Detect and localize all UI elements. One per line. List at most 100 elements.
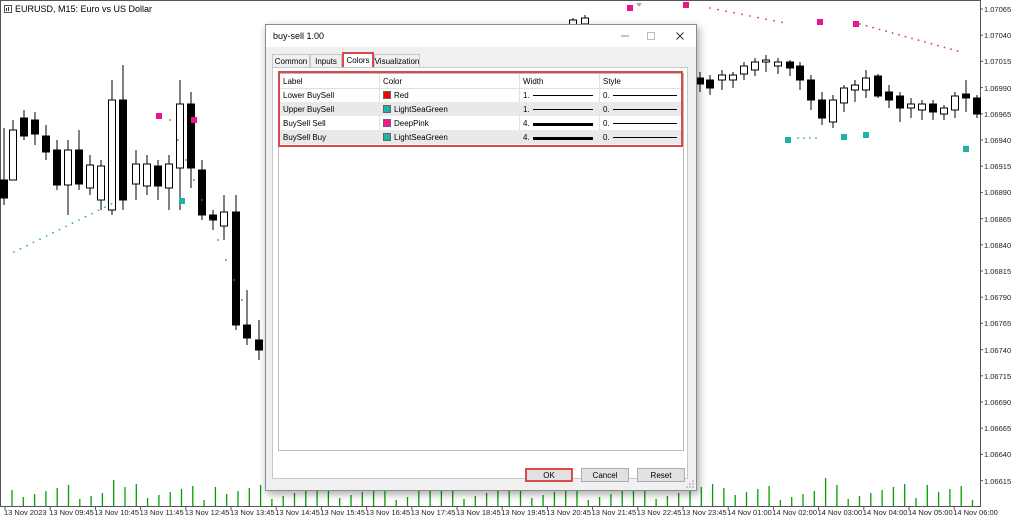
color-picker[interactable]: DeepPink xyxy=(383,119,429,128)
width-select[interactable]: 4. xyxy=(523,133,530,142)
resize-grip-icon[interactable] xyxy=(686,480,694,488)
time-tick-label: 13 Nov 20:45 xyxy=(546,508,592,517)
style-value: 0. xyxy=(603,105,610,114)
trail-dot xyxy=(917,39,920,42)
candle-body xyxy=(796,65,804,81)
price-tick-label: 1.07040 xyxy=(984,31,1012,41)
dialog-titlebar[interactable]: buy-sell 1.00 xyxy=(266,25,696,47)
style-select[interactable]: 0. xyxy=(603,119,610,128)
style-select[interactable]: 0. xyxy=(603,91,610,100)
price-tick-label: 1.06665 xyxy=(984,424,1012,434)
reset-button[interactable]: Reset xyxy=(637,468,685,482)
candle-body xyxy=(165,163,173,189)
maximize-icon xyxy=(647,32,655,40)
style-select[interactable]: 0. xyxy=(603,105,610,114)
time-tick-label: 13 Nov 14:45 xyxy=(275,508,320,517)
row-label: Lower BuySell xyxy=(283,91,335,100)
header-label[interactable]: Label xyxy=(283,77,303,86)
time-tick-label: 13 Nov 13:45 xyxy=(230,508,275,517)
color-picker[interactable]: LightSeaGreen xyxy=(383,105,448,114)
trail-dot xyxy=(815,137,817,139)
candle-body xyxy=(31,119,39,135)
signal-marker xyxy=(963,146,969,152)
width-select[interactable]: 4. xyxy=(523,119,530,128)
candle-body xyxy=(243,324,251,339)
candle-body xyxy=(740,65,748,75)
color-picker[interactable]: LightSeaGreen xyxy=(383,133,448,142)
cancel-button[interactable]: Cancel xyxy=(581,468,629,482)
header-style[interactable]: Style xyxy=(603,77,621,86)
candle-body xyxy=(696,77,704,85)
scroll-marker-icon xyxy=(636,3,642,7)
candle-body xyxy=(807,79,815,101)
trail-dot xyxy=(757,16,759,19)
trail-dot xyxy=(904,35,907,38)
price-tick-label: 1.06990 xyxy=(984,83,1012,93)
dialog-title: buy-sell 1.00 xyxy=(273,31,325,41)
chart-title-text: EURUSD, M15: Euro vs US Dollar xyxy=(15,4,153,14)
style-line-sample xyxy=(613,95,677,96)
table-row[interactable]: BuySell Sell DeepPink 4. 0. xyxy=(279,116,683,130)
signal-marker xyxy=(627,5,633,11)
candle-body xyxy=(154,165,162,187)
header-width[interactable]: Width xyxy=(523,77,543,86)
table-row[interactable]: Upper BuySell LightSeaGreen 1. 0. xyxy=(279,102,683,116)
colors-table[interactable]: Label Color Width Style Lower BuySell Red… xyxy=(278,73,684,451)
chart-symbol-title: EURUSD, M15: Euro vs US Dollar xyxy=(4,4,152,14)
close-button[interactable] xyxy=(666,25,694,47)
trail-dot xyxy=(26,244,28,247)
trail-dot xyxy=(185,159,187,161)
candle-body xyxy=(718,74,726,81)
color-swatch xyxy=(383,105,391,113)
candle-body xyxy=(929,103,937,113)
candle-body xyxy=(0,179,8,199)
candle-body xyxy=(209,214,217,221)
price-tick-label: 1.06940 xyxy=(984,136,1012,145)
candle-body xyxy=(176,103,184,169)
trail-dot xyxy=(177,139,179,141)
trail-dot xyxy=(32,241,35,244)
minimize-button[interactable] xyxy=(611,25,639,47)
trail-dot xyxy=(110,203,113,205)
style-line-sample xyxy=(613,109,677,110)
header-color[interactable]: Color xyxy=(383,77,402,86)
signal-marker xyxy=(156,113,162,119)
width-select[interactable]: 1. xyxy=(523,91,530,100)
table-row[interactable]: Lower BuySell Red 1. 0. xyxy=(279,88,683,102)
price-tick-label: 1.06815 xyxy=(984,267,1012,276)
tab-inputs[interactable]: Inputs xyxy=(310,54,342,67)
tab-visualization[interactable]: Visualization xyxy=(374,54,420,67)
time-tick-label: 13 Nov 09:45 xyxy=(49,508,94,517)
tab-common[interactable]: Common xyxy=(272,54,310,67)
trail-dot xyxy=(58,228,61,231)
color-name: Red xyxy=(394,91,409,100)
tab-colors[interactable]: Colors xyxy=(342,52,374,67)
price-tick-label: 1.06615 xyxy=(984,476,1012,486)
candle-body xyxy=(220,211,228,227)
width-value: 1. xyxy=(523,105,530,114)
ok-button[interactable]: OK xyxy=(525,468,573,482)
candle-body xyxy=(951,95,959,111)
color-name: LightSeaGreen xyxy=(394,133,448,142)
table-row[interactable]: BuySell Buy LightSeaGreen 4. 0. xyxy=(279,130,683,144)
candle-body xyxy=(885,91,893,101)
time-tick-label: 14 Nov 02:00 xyxy=(772,508,818,517)
trail-dot xyxy=(859,23,861,25)
price-tick-label: 1.06690 xyxy=(984,398,1012,407)
trail-dot xyxy=(201,199,203,201)
style-value: 0. xyxy=(603,133,610,142)
indicator-properties-dialog: buy-sell 1.00 Common Inputs Colors Visua… xyxy=(265,24,697,491)
time-tick-label: 13 Nov 19:45 xyxy=(501,508,546,517)
color-swatch xyxy=(383,119,391,127)
width-select[interactable]: 1. xyxy=(523,105,530,114)
candle-body xyxy=(706,79,714,89)
color-picker[interactable]: Red xyxy=(383,91,409,100)
width-value: 1. xyxy=(523,91,530,100)
signal-marker xyxy=(817,19,823,25)
width-value: 4. xyxy=(523,133,530,142)
trail-dot xyxy=(39,238,41,241)
style-select[interactable]: 0. xyxy=(603,133,610,142)
maximize-button[interactable] xyxy=(637,25,665,47)
trail-dot xyxy=(930,42,933,45)
time-tick-label: 13 Nov 2023 xyxy=(4,508,47,517)
